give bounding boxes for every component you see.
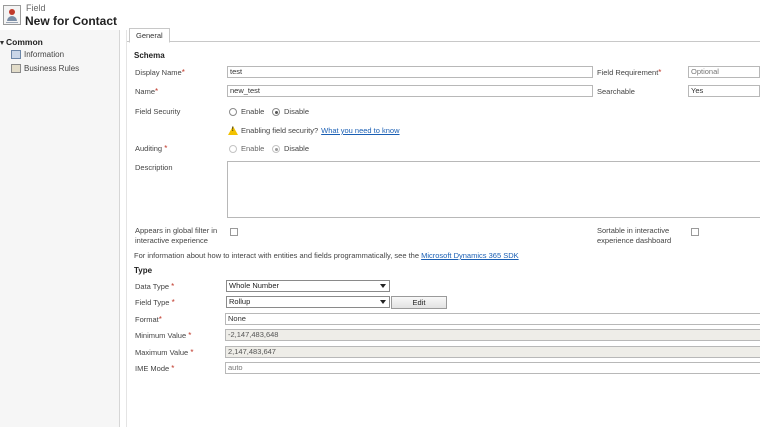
- auditing-enable-label: Enable: [241, 144, 265, 153]
- global-filter-label-line1: Appears in global filter in: [135, 226, 218, 235]
- auditing-enable-radio[interactable]: [229, 145, 237, 153]
- sdk-link[interactable]: Microsoft Dynamics 365 SDK: [421, 251, 519, 260]
- required-marker: *: [190, 348, 194, 357]
- nav-item-business-rules[interactable]: Business Rules: [11, 64, 79, 73]
- page-title: New for Contact: [25, 14, 118, 28]
- tab-bar: General: [127, 28, 760, 43]
- nav-splitter[interactable]: [121, 30, 127, 427]
- form-icon: [11, 50, 21, 59]
- data-type-label: Data Type *: [135, 282, 175, 291]
- auditing-disable-label: Disable: [284, 144, 310, 153]
- page-subtitle: Field: [26, 3, 46, 13]
- nav-item-information[interactable]: Information: [11, 50, 64, 59]
- global-filter-label-line2: interactive experience: [135, 236, 208, 245]
- format-label: Format*: [135, 315, 162, 324]
- field-security-label: Field Security: [135, 107, 181, 116]
- global-filter-checkbox[interactable]: [230, 228, 238, 236]
- required-marker: *: [171, 298, 175, 307]
- field-type-select[interactable]: Rollup: [226, 296, 390, 308]
- maximum-value-field: 2,147,483,647: [225, 346, 760, 358]
- ime-mode-label: IME Mode *: [135, 364, 175, 373]
- page-header: Field New for Contact: [0, 0, 760, 30]
- searchable-label: Searchable: [597, 87, 635, 96]
- field-security-enable-radio[interactable]: [229, 108, 237, 116]
- nav-item-label: Business Rules: [24, 64, 80, 73]
- schema-heading: Schema: [134, 51, 165, 60]
- field-type-label: Field Type *: [135, 298, 175, 307]
- required-marker: *: [658, 68, 662, 77]
- data-type-select[interactable]: Whole Number: [226, 280, 390, 292]
- auditing-disable-radio[interactable]: [272, 145, 280, 153]
- warning-text: Enabling field security?: [241, 126, 319, 135]
- format-field[interactable]: None: [225, 313, 760, 325]
- contact-card-icon: [3, 5, 21, 25]
- nav-group-label: Common: [6, 37, 43, 47]
- sortable-checkbox[interactable]: [691, 228, 699, 236]
- sortable-label-line2: experience dashboard: [597, 236, 672, 245]
- required-marker: *: [155, 87, 159, 96]
- description-label: Description: [135, 163, 173, 172]
- name-field[interactable]: new_test: [227, 85, 593, 97]
- sdk-info: For information about how to interact wi…: [134, 251, 519, 260]
- minimum-value-field: -2,147,483,648: [225, 329, 760, 341]
- left-nav: Common Information Business Rules: [0, 30, 120, 427]
- dropdown-arrow-icon: [380, 300, 386, 304]
- field-security-warning: Enabling field security? What you need t…: [228, 126, 400, 135]
- field-security-disable-radio[interactable]: [272, 108, 280, 116]
- field-security-disable-label: Disable: [284, 107, 310, 116]
- field-type-value: Rollup: [229, 297, 251, 306]
- sdk-info-text: For information about how to interact wi…: [134, 251, 419, 260]
- nav-group-common[interactable]: Common: [0, 37, 43, 47]
- description-textarea[interactable]: [227, 161, 760, 218]
- auditing-label: Auditing *: [135, 144, 168, 153]
- required-marker: *: [164, 144, 168, 153]
- sortable-label-line1: Sortable in interactive: [597, 226, 670, 235]
- nav-item-label: Information: [24, 50, 65, 59]
- searchable-select[interactable]: Yes: [688, 85, 760, 97]
- what-you-need-to-know-link[interactable]: What you need to know: [321, 126, 399, 135]
- maximum-value-label: Maximum Value *: [135, 348, 194, 357]
- display-name-field[interactable]: test: [227, 66, 593, 78]
- required-marker: *: [188, 331, 192, 340]
- tab-general[interactable]: General: [129, 28, 170, 43]
- rules-icon: [11, 64, 21, 73]
- ime-mode-select[interactable]: auto: [225, 362, 760, 374]
- minimum-value-label: Minimum Value *: [135, 331, 192, 340]
- dropdown-arrow-icon: [380, 284, 386, 288]
- required-marker: *: [158, 315, 162, 324]
- expand-triangle-icon: [0, 40, 4, 45]
- type-heading: Type: [134, 266, 153, 275]
- required-marker: *: [171, 364, 175, 373]
- warning-icon: [228, 126, 238, 135]
- field-security-enable-label: Enable: [241, 107, 265, 116]
- field-requirement-label: Field Requirement*: [597, 68, 662, 77]
- required-marker: *: [181, 68, 185, 77]
- data-type-value: Whole Number: [229, 281, 280, 290]
- edit-button[interactable]: Edit: [391, 296, 447, 309]
- name-label: Name*: [135, 87, 159, 96]
- field-requirement-select[interactable]: Optional: [688, 66, 760, 78]
- display-name-label: Display Name*: [135, 68, 185, 77]
- required-marker: *: [171, 282, 175, 291]
